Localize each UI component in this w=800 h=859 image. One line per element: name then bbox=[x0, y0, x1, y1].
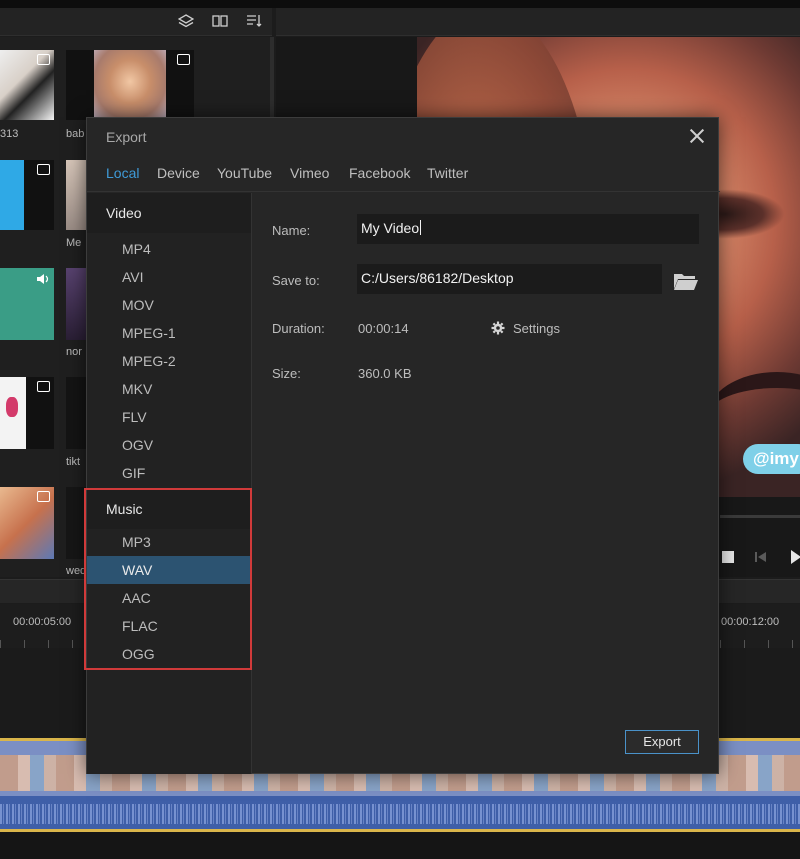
export-tabs: Local Device YouTube Vimeo Facebook Twit… bbox=[87, 156, 720, 192]
media-thumb-label: nor bbox=[66, 346, 82, 358]
bottom-bar bbox=[0, 832, 800, 859]
duration-label: Duration: bbox=[272, 321, 325, 336]
grid-view-icon[interactable] bbox=[212, 14, 228, 28]
music-section-heading: Music bbox=[87, 489, 251, 529]
media-thumb[interactable] bbox=[66, 487, 86, 559]
format-item-mpeg1[interactable]: MPEG-1 bbox=[87, 319, 251, 347]
gear-icon bbox=[491, 321, 505, 335]
settings-label: Settings bbox=[513, 321, 560, 336]
size-label: Size: bbox=[272, 366, 301, 381]
format-item-mkv[interactable]: MKV bbox=[87, 375, 251, 403]
format-list: Video MP4 AVI MOV MPEG-1 MPEG-2 MKV FLV … bbox=[87, 193, 252, 774]
name-label: Name: bbox=[272, 223, 311, 238]
ruler-time-label: 00:00:05:00 bbox=[13, 616, 72, 628]
editor-window: 313 bab Me nor tikt wed @imy 00:00:05:00… bbox=[0, 0, 800, 859]
image-badge-icon bbox=[37, 164, 50, 175]
save-path-value: C:/Users/86182/Desktop bbox=[361, 270, 514, 286]
media-thumb-label: tikt bbox=[66, 456, 81, 468]
preview-progress-bar[interactable] bbox=[720, 515, 800, 518]
audio-badge-icon bbox=[37, 274, 49, 284]
media-thumb-label: 313 bbox=[0, 128, 19, 140]
tab-twitter[interactable]: Twitter bbox=[427, 165, 468, 181]
tab-facebook[interactable]: Facebook bbox=[349, 165, 410, 181]
export-dialog: Export Local Device YouTube Vimeo Facebo… bbox=[84, 117, 720, 774]
media-thumb[interactable] bbox=[0, 487, 54, 559]
media-thumb[interactable] bbox=[0, 268, 54, 340]
library-toolbar bbox=[0, 8, 272, 36]
audio-track-clip[interactable] bbox=[0, 796, 800, 832]
format-item-flac[interactable]: FLAC bbox=[87, 612, 251, 640]
media-thumb[interactable] bbox=[0, 50, 54, 120]
folder-browse-icon[interactable] bbox=[673, 271, 699, 291]
media-thumb-label: bab bbox=[66, 128, 85, 140]
format-item-gif[interactable]: GIF bbox=[87, 459, 251, 487]
format-item-flv[interactable]: FLV bbox=[87, 403, 251, 431]
ruler-time-label: 00:00:12:00 bbox=[721, 616, 780, 628]
title-strip bbox=[0, 0, 800, 8]
format-item-ogg[interactable]: OGG bbox=[87, 640, 251, 668]
media-thumb-label: wed bbox=[66, 565, 86, 577]
name-field[interactable]: My Video bbox=[357, 214, 699, 244]
name-field-value: My Video bbox=[361, 220, 420, 236]
tab-device[interactable]: Device bbox=[157, 165, 200, 181]
sort-icon[interactable] bbox=[246, 14, 262, 28]
image-badge-icon bbox=[37, 381, 50, 392]
format-item-ogv[interactable]: OGV bbox=[87, 431, 251, 459]
media-thumb[interactable] bbox=[66, 268, 86, 340]
video-badge-icon bbox=[37, 491, 50, 502]
format-item-aac[interactable]: AAC bbox=[87, 584, 251, 612]
layers-icon[interactable] bbox=[178, 14, 194, 28]
dialog-title: Export bbox=[106, 129, 147, 145]
format-item-wav[interactable]: WAV bbox=[87, 556, 251, 584]
format-item-mpeg2[interactable]: MPEG-2 bbox=[87, 347, 251, 375]
tab-vimeo[interactable]: Vimeo bbox=[290, 165, 329, 181]
export-button[interactable]: Export bbox=[625, 730, 699, 754]
duration-value: 00:00:14 bbox=[358, 321, 409, 336]
media-thumb[interactable] bbox=[0, 160, 54, 230]
settings-button[interactable]: Settings bbox=[491, 320, 560, 338]
export-settings: Name: My Video Save to: C:/Users/86182/D… bbox=[253, 193, 719, 774]
tab-youtube[interactable]: YouTube bbox=[217, 165, 272, 181]
video-section-heading: Video bbox=[87, 193, 251, 233]
image-badge-icon bbox=[177, 54, 190, 65]
format-item-avi[interactable]: AVI bbox=[87, 263, 251, 291]
media-thumb[interactable] bbox=[66, 377, 86, 449]
close-icon[interactable] bbox=[688, 127, 706, 145]
format-item-mov[interactable]: MOV bbox=[87, 291, 251, 319]
stop-icon[interactable] bbox=[722, 551, 734, 563]
format-item-mp4[interactable]: MP4 bbox=[87, 235, 251, 263]
play-icon[interactable] bbox=[790, 549, 800, 565]
preview-controls bbox=[720, 540, 800, 574]
media-thumb-label: Me bbox=[66, 237, 82, 249]
size-value: 360.0 KB bbox=[358, 366, 412, 381]
preview-watermark: @imy bbox=[743, 444, 800, 474]
preview-toolbar bbox=[276, 8, 800, 36]
media-thumb[interactable] bbox=[66, 50, 194, 120]
tab-local[interactable]: Local bbox=[106, 165, 139, 181]
format-item-mp3[interactable]: MP3 bbox=[87, 528, 251, 556]
save-path-field[interactable]: C:/Users/86182/Desktop bbox=[357, 264, 662, 294]
save-to-label: Save to: bbox=[272, 273, 320, 288]
media-thumb[interactable] bbox=[66, 160, 86, 230]
media-thumb[interactable] bbox=[0, 377, 54, 449]
video-badge-icon bbox=[37, 54, 50, 65]
previous-frame-icon[interactable] bbox=[754, 551, 768, 563]
